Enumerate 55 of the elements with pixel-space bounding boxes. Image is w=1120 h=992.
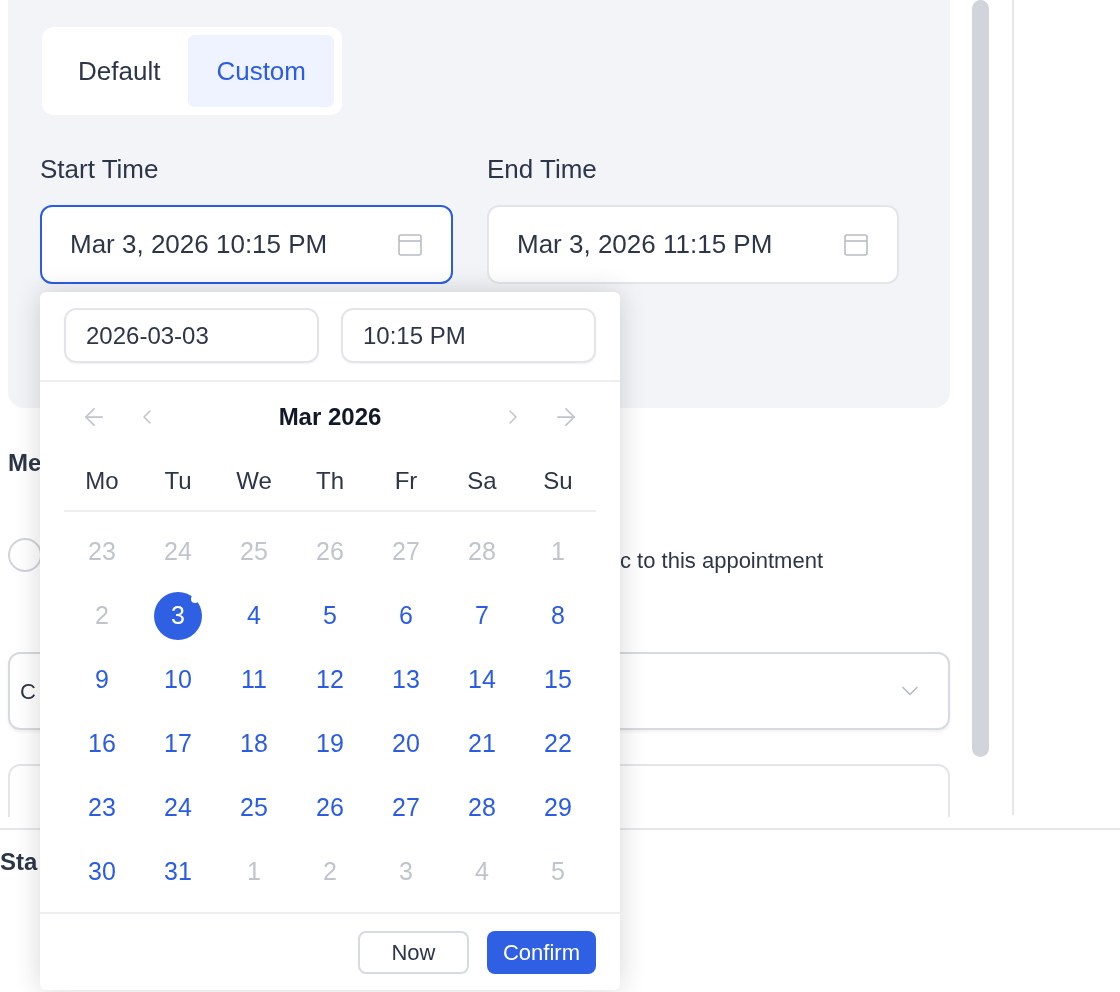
- day-cell[interactable]: 19: [306, 720, 354, 768]
- day-cell[interactable]: 6: [382, 592, 430, 640]
- date-input[interactable]: 2026-03-03: [64, 308, 319, 363]
- radio-description: c to this appointment: [620, 548, 823, 574]
- select-value: C: [20, 677, 36, 706]
- day-cell[interactable]: 17: [154, 720, 202, 768]
- now-button[interactable]: Now: [358, 930, 469, 974]
- day-cell[interactable]: 21: [458, 720, 506, 768]
- day-cell[interactable]: 24: [154, 784, 202, 832]
- date-time-field[interactable]: Mar 3, 2026 10:15 PM: [40, 205, 453, 284]
- day-cell[interactable]: 18: [230, 720, 278, 768]
- field-value: Mar 3, 2026 10:15 PM: [70, 228, 328, 261]
- footer-label: Sta: [0, 847, 38, 877]
- weekday-label: Th: [315, 466, 345, 496]
- confirm-button[interactable]: Confirm: [487, 930, 596, 974]
- day-cell[interactable]: 5: [306, 592, 354, 640]
- time-input[interactable]: 10:15 PM: [341, 308, 596, 363]
- weekday-label: Sa: [466, 466, 498, 496]
- section-label: Me: [8, 448, 42, 478]
- day-cell[interactable]: 4: [230, 592, 278, 640]
- day-cell[interactable]: 16: [78, 720, 126, 768]
- day-cell[interactable]: 30: [78, 848, 126, 896]
- day-cell[interactable]: 27: [382, 784, 430, 832]
- weekday-label: We: [235, 466, 273, 496]
- day-cell[interactable]: 20: [382, 720, 430, 768]
- field-label: End Time: [487, 153, 598, 185]
- day-cell[interactable]: 11: [230, 656, 278, 704]
- weekday-label: Tu: [163, 466, 193, 496]
- day-cell[interactable]: 12: [306, 656, 354, 704]
- day-cell[interactable]: 15: [534, 656, 582, 704]
- calendar-icon: [397, 231, 423, 258]
- month-title: Mar 2026: [277, 402, 383, 432]
- date-time-field[interactable]: Mar 3, 2026 11:15 PM: [487, 205, 899, 284]
- field-label: Start Time: [40, 153, 160, 185]
- calendar-icon: [843, 231, 869, 258]
- day-cell[interactable]: 10: [154, 656, 202, 704]
- day-cell[interactable]: 9: [78, 656, 126, 704]
- weekday-label: Su: [542, 466, 574, 496]
- day-cell[interactable]: 29: [534, 784, 582, 832]
- day-cell[interactable]: 7: [458, 592, 506, 640]
- day-cell[interactable]: 8: [534, 592, 582, 640]
- day-cell[interactable]: 22: [534, 720, 582, 768]
- day-cell[interactable]: 28: [458, 784, 506, 832]
- weekday-label: Mo: [84, 466, 120, 496]
- mode-tab[interactable]: Custom: [188, 35, 334, 107]
- day-cell[interactable]: 3: [154, 592, 202, 640]
- weekday-label: Fr: [393, 466, 419, 496]
- day-cell[interactable]: 13: [382, 656, 430, 704]
- day-cell[interactable]: 14: [458, 656, 506, 704]
- day-cell[interactable]: 31: [154, 848, 202, 896]
- field-value: Mar 3, 2026 11:15 PM: [517, 228, 773, 261]
- day-cell[interactable]: 26: [306, 784, 354, 832]
- scrollbar-thumb[interactable]: [972, 0, 989, 757]
- day-cell[interactable]: 23: [78, 784, 126, 832]
- day-cell[interactable]: 25: [230, 784, 278, 832]
